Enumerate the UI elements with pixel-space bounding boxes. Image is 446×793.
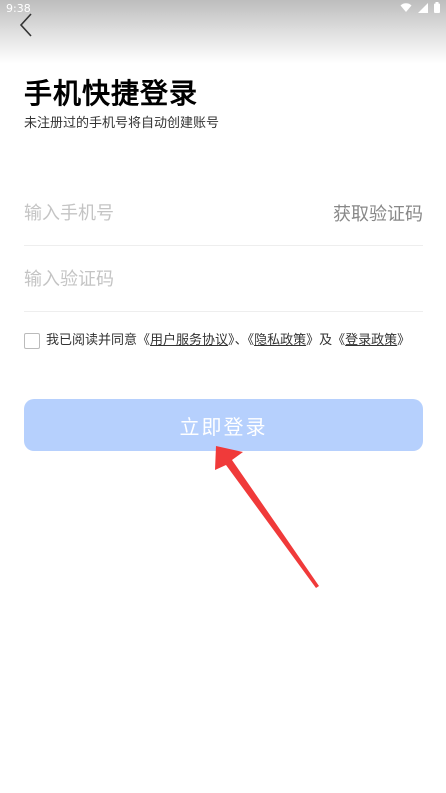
bracket-open: 《 [332, 333, 346, 348]
login-policy-link[interactable]: 登录政策 [345, 333, 397, 348]
code-input[interactable] [24, 262, 304, 296]
code-row [24, 246, 423, 312]
agreement-text: 我已阅读并同意《用户服务协议》、《隐私政策》及《登录政策》 [46, 330, 421, 351]
top-bar: 9:38 [0, 0, 446, 64]
signal-icon [418, 2, 428, 13]
login-button[interactable]: 立即登录 [24, 399, 423, 451]
bracket-open: 《 [137, 333, 151, 348]
bracket-close: 》 [306, 333, 320, 348]
bracket-close: 》 [397, 333, 411, 348]
phone-row: 获取验证码 [24, 180, 423, 246]
page-subtitle: 未注册过的手机号将自动创建账号 [24, 116, 220, 131]
status-bar: 9:38 [0, 0, 446, 18]
privacy-policy-link[interactable]: 隐私政策 [254, 333, 306, 348]
phone-input[interactable] [24, 196, 304, 230]
status-icons [400, 2, 440, 13]
wifi-icon [400, 2, 412, 12]
battery-icon [434, 2, 440, 13]
back-button[interactable] [12, 10, 40, 40]
chevron-left-icon [19, 13, 32, 37]
user-agreement-link[interactable]: 用户服务协议 [150, 333, 228, 348]
separator: 、 [234, 333, 248, 348]
page-title: 手机快捷登录 [24, 77, 199, 110]
agreement-checkbox[interactable] [24, 333, 40, 349]
conjunction: 及 [319, 333, 333, 348]
get-code-button[interactable]: 获取验证码 [333, 200, 423, 226]
agreement-prefix: 我已阅读并同意 [46, 333, 138, 348]
